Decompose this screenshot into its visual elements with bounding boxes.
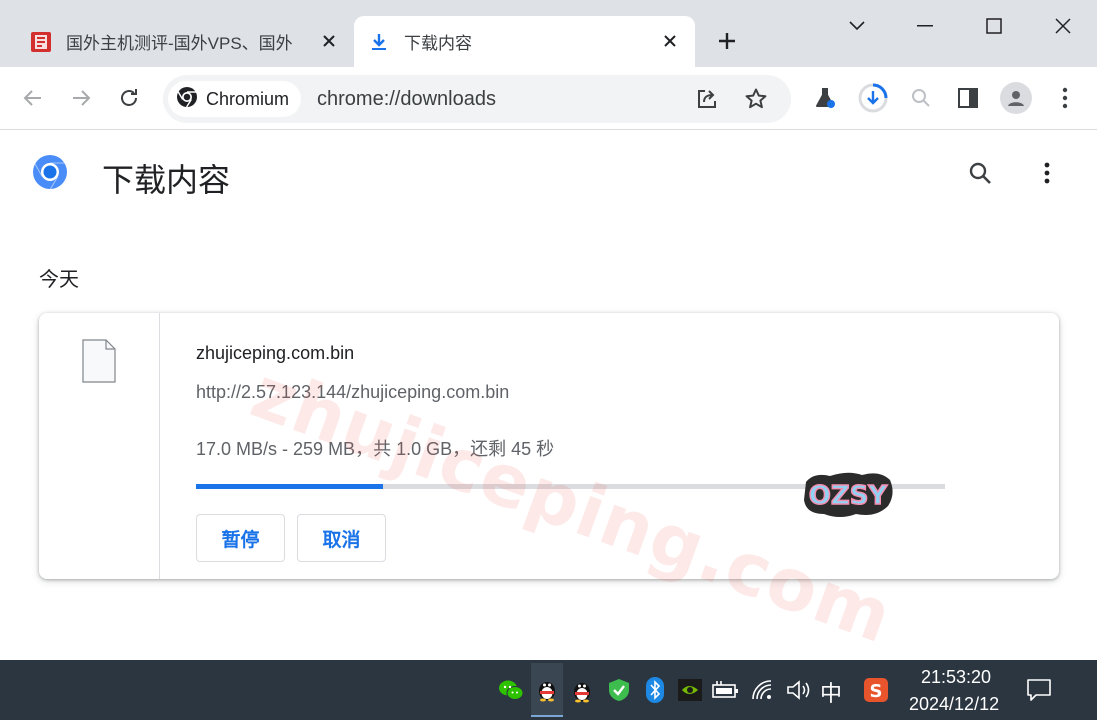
- profile-icon[interactable]: [999, 81, 1033, 115]
- new-tab-plus-icon[interactable]: [713, 27, 741, 55]
- qq-icon[interactable]: [568, 676, 596, 704]
- chromium-logo-icon: [176, 86, 198, 113]
- chromium-logo-icon: [32, 154, 68, 195]
- tab-search-chevron-icon[interactable]: [841, 10, 873, 42]
- cancel-button[interactable]: 取消: [297, 514, 386, 562]
- avatar: [1000, 82, 1032, 114]
- download-progress-fill: [196, 484, 384, 489]
- bluetooth-icon[interactable]: [641, 676, 669, 704]
- download-icon[interactable]: [856, 81, 890, 115]
- nvidia-icon[interactable]: [676, 676, 704, 704]
- windows-taskbar: 中 S 21:53:20 2024/12/12: [0, 660, 1097, 720]
- minimize-icon[interactable]: [909, 10, 941, 42]
- close-icon[interactable]: [659, 30, 681, 52]
- sticker-text: OZSY: [809, 481, 889, 511]
- site-favicon-icon: [30, 31, 52, 53]
- qq-icon[interactable]: [531, 663, 563, 717]
- battery-icon[interactable]: [712, 676, 740, 704]
- pause-button[interactable]: 暂停: [196, 514, 285, 562]
- star-icon[interactable]: [740, 83, 772, 115]
- chip-label: Chromium: [206, 88, 290, 109]
- notification-icon[interactable]: [1024, 675, 1054, 705]
- date-group-label: 今天: [39, 269, 79, 291]
- close-window-icon[interactable]: [1047, 10, 1079, 42]
- url-text[interactable]: chrome://downloads: [317, 88, 496, 111]
- omnibox[interactable]: Chromium chrome://downloads: [163, 75, 791, 123]
- maximize-icon[interactable]: [978, 10, 1010, 42]
- search-icon[interactable]: [962, 155, 998, 191]
- file-icon: [82, 339, 116, 388]
- sogou-icon[interactable]: S: [862, 676, 890, 704]
- page-title: 下载内容: [102, 162, 231, 198]
- volume-icon[interactable]: [785, 676, 813, 704]
- reload-icon[interactable]: [112, 81, 146, 115]
- tab-downloads[interactable]: 下载内容: [354, 16, 695, 67]
- file-icon-column: [39, 313, 160, 579]
- close-icon[interactable]: [318, 30, 340, 52]
- download-icon: [368, 31, 390, 53]
- clock-time[interactable]: 21:53:20: [921, 667, 991, 688]
- site-chip[interactable]: Chromium: [168, 81, 302, 117]
- tab-title: 国外主机测评-国外VPS、国外: [66, 34, 293, 53]
- svg-text:S: S: [870, 681, 883, 702]
- share-icon[interactable]: [691, 83, 723, 115]
- tab-strip: 国外主机测评-国外VPS、国外 下载内容: [0, 0, 1097, 67]
- security-icon[interactable]: [605, 676, 633, 704]
- labs-icon[interactable]: [808, 81, 842, 115]
- forward-icon[interactable]: [64, 81, 98, 115]
- clock-date[interactable]: 2024/12/12: [909, 694, 999, 715]
- back-icon[interactable]: [16, 81, 50, 115]
- wifi-icon[interactable]: [750, 676, 778, 704]
- downloads-header: 下载内容: [0, 131, 1097, 219]
- ozsy-sticker: OZSY: [800, 470, 896, 520]
- toolbar: Chromium chrome://downloads: [0, 67, 1097, 130]
- tab-title: 下载内容: [404, 34, 472, 53]
- ime-indicator[interactable]: 中: [820, 676, 842, 708]
- wechat-icon[interactable]: [497, 676, 525, 704]
- zoom-icon[interactable]: [904, 81, 938, 115]
- more-options-icon[interactable]: [1030, 155, 1064, 191]
- side-panel-icon[interactable]: [951, 81, 985, 115]
- tab-zhujiceping[interactable]: 国外主机测评-国外VPS、国外: [16, 16, 354, 67]
- menu-icon[interactable]: [1048, 81, 1082, 115]
